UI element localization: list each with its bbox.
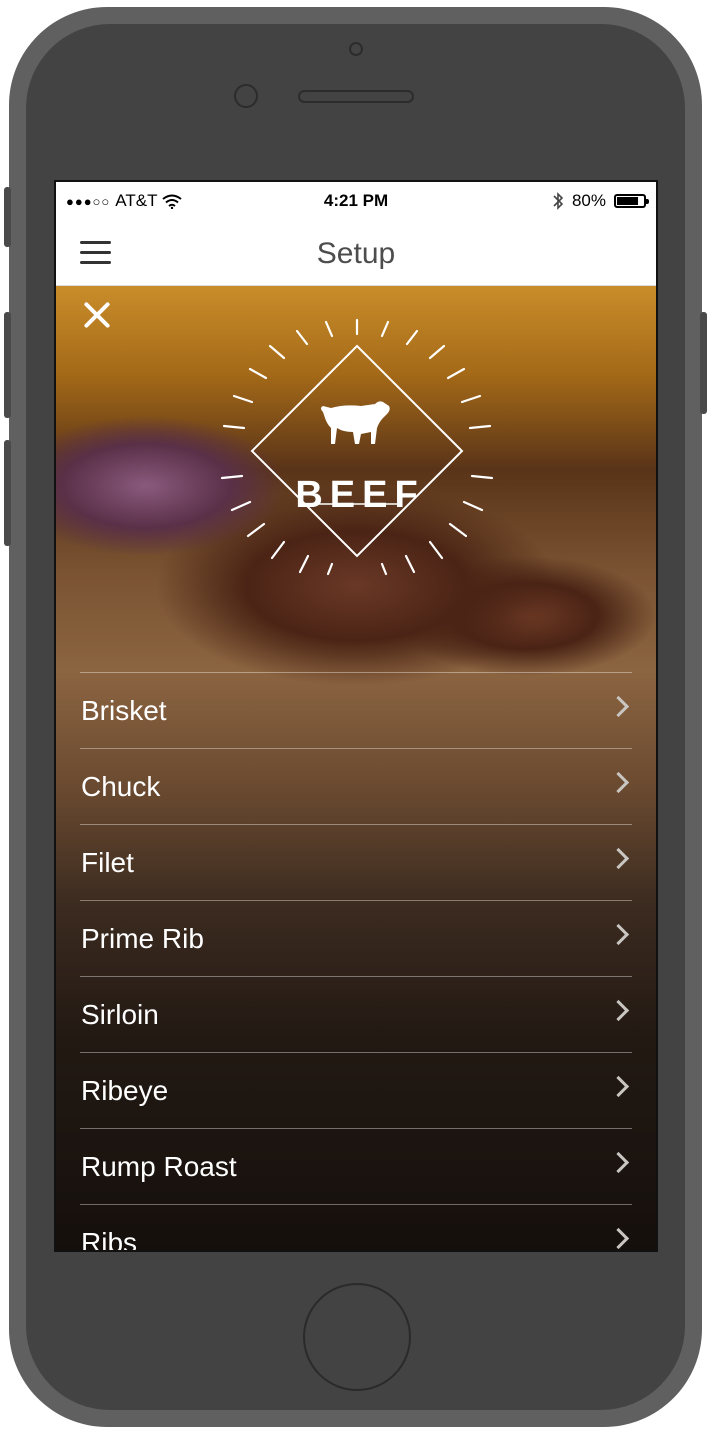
- volume-down-button: [4, 440, 11, 546]
- front-camera: [349, 42, 363, 56]
- cut-item-sirloin[interactable]: Sirloin: [80, 976, 632, 1052]
- cut-item-filet[interactable]: Filet: [80, 824, 632, 900]
- cut-item-chuck[interactable]: Chuck: [80, 748, 632, 824]
- home-button[interactable]: [303, 1283, 411, 1391]
- cut-item-label: Ribeye: [81, 1075, 169, 1106]
- cut-item-brisket[interactable]: Brisket: [80, 672, 632, 748]
- beef-cuts-panel: BEEF Brisket Chuck Filet Prime Rib Sirlo…: [56, 286, 656, 1252]
- chevron-right-icon: [607, 1151, 630, 1174]
- chevron-right-icon: [607, 923, 630, 946]
- earpiece-speaker: [298, 90, 414, 103]
- cut-item-label: Sirloin: [81, 999, 159, 1030]
- cut-item-label: Prime Rib: [81, 923, 204, 954]
- proximity-sensor: [234, 84, 258, 108]
- bluetooth-icon: [553, 192, 564, 210]
- cut-item-label: Filet: [81, 847, 134, 878]
- cut-item-ribeye[interactable]: Ribeye: [80, 1052, 632, 1128]
- volume-up-button: [4, 312, 11, 418]
- power-button: [700, 312, 707, 414]
- cut-item-label: Brisket: [81, 695, 167, 726]
- app-screen: ●●●○○ AT&T 4:21 PM 80% Setup BEEF Briske…: [54, 180, 658, 1252]
- cut-item-prime-rib[interactable]: Prime Rib: [80, 900, 632, 976]
- cut-item-label: Chuck: [81, 771, 161, 802]
- cut-item-label: Ribs: [81, 1227, 138, 1252]
- cut-item-ribs[interactable]: Ribs: [80, 1204, 632, 1252]
- cow-icon: [321, 401, 390, 444]
- cut-list: Brisket Chuck Filet Prime Rib Sirloin Ri…: [80, 672, 632, 1252]
- chevron-right-icon: [607, 999, 630, 1022]
- chevron-right-icon: [607, 771, 630, 794]
- status-right: 80%: [552, 191, 649, 211]
- battery-icon: [614, 194, 649, 208]
- chevron-right-icon: [607, 847, 630, 870]
- close-icon[interactable]: [82, 300, 112, 330]
- beef-logo-badge: BEEF: [212, 316, 502, 576]
- chevron-right-icon: [607, 1227, 630, 1250]
- cut-item-label: Rump Roast: [81, 1151, 237, 1182]
- chevron-right-icon: [607, 695, 630, 718]
- status-bar: ●●●○○ AT&T 4:21 PM 80%: [56, 182, 656, 220]
- beef-logo-text: BEEF: [295, 474, 425, 516]
- chevron-right-icon: [607, 1075, 630, 1098]
- cut-item-rump-roast[interactable]: Rump Roast: [80, 1128, 632, 1204]
- navigation-bar: Setup: [56, 220, 656, 286]
- page-title: Setup: [316, 237, 396, 270]
- battery-level: [617, 197, 638, 205]
- mute-switch: [4, 187, 11, 247]
- battery-percentage: 80%: [571, 191, 606, 210]
